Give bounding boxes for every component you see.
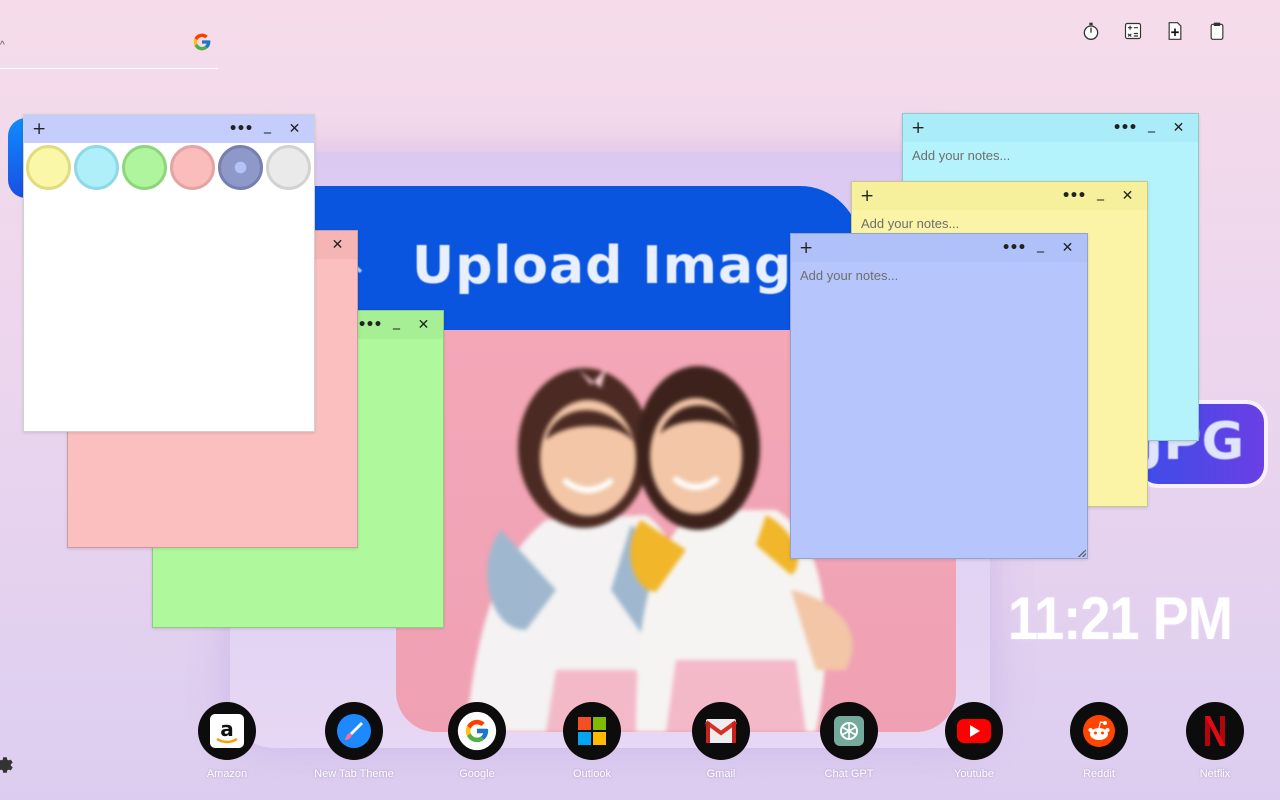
shortcut-label: Outlook bbox=[573, 768, 611, 780]
swatch-green[interactable] bbox=[122, 145, 167, 190]
note-textarea[interactable]: Add your notes... bbox=[791, 262, 1087, 289]
minimize-icon[interactable]: _ bbox=[383, 315, 410, 329]
more-options-icon[interactable]: ••• bbox=[1111, 121, 1138, 135]
more-options-icon[interactable]: ••• bbox=[227, 122, 254, 136]
search-input[interactable] bbox=[0, 68, 218, 69]
more-options-icon[interactable]: ••• bbox=[1060, 189, 1087, 203]
close-icon[interactable]: ✕ bbox=[1165, 121, 1192, 135]
more-options-icon[interactable]: ••• bbox=[1000, 241, 1027, 255]
minimize-icon[interactable]: _ bbox=[254, 119, 281, 133]
shortcut-label: Netflix bbox=[1199, 768, 1231, 780]
shortcut-gmail[interactable]: Gmail bbox=[666, 702, 776, 780]
shortcut-youtube[interactable]: Youtube bbox=[919, 702, 1029, 780]
svg-text:a: a bbox=[220, 717, 234, 741]
swatch-pink[interactable] bbox=[170, 145, 215, 190]
gmail-icon bbox=[692, 702, 750, 760]
swatch-yellow[interactable] bbox=[26, 145, 71, 190]
microsoft-icon bbox=[563, 702, 621, 760]
color-swatch-row bbox=[24, 143, 314, 192]
settings-button[interactable] bbox=[0, 754, 16, 776]
gear-icon bbox=[0, 757, 13, 773]
shortcut-google[interactable]: Google bbox=[422, 702, 532, 780]
search-caret-icon: ^ bbox=[0, 40, 5, 51]
note-titlebar[interactable]: + ••• _ ✕ bbox=[852, 182, 1147, 210]
wallpaper-upload-text: Upload Image bbox=[412, 236, 829, 296]
shortcut-label: Gmail bbox=[706, 768, 736, 780]
shortcut-label: Amazon bbox=[206, 768, 248, 780]
clipboard-button[interactable] bbox=[1206, 20, 1228, 42]
swatch-white[interactable] bbox=[266, 145, 311, 190]
shortcut-label: Reddit bbox=[1083, 768, 1115, 780]
shortcut-label: New Tab Theme bbox=[314, 768, 394, 780]
calculator-icon bbox=[1124, 22, 1142, 40]
calculator-button[interactable] bbox=[1122, 20, 1144, 42]
shortcut-label: Google bbox=[459, 768, 495, 780]
clock: 11:21 PM bbox=[1008, 585, 1233, 652]
sticky-note-blue[interactable]: + ••• _ ✕ Add your notes... bbox=[790, 233, 1088, 559]
close-icon[interactable]: ✕ bbox=[1114, 189, 1141, 203]
add-note-icon[interactable]: + bbox=[32, 120, 48, 138]
stopwatch-icon bbox=[1083, 22, 1099, 41]
google-icon bbox=[448, 702, 506, 760]
timer-button[interactable] bbox=[1080, 20, 1102, 42]
close-icon[interactable]: ✕ bbox=[281, 122, 308, 136]
minimize-icon[interactable]: _ bbox=[1087, 186, 1114, 200]
reddit-icon bbox=[1070, 702, 1128, 760]
shortcut-label: Chat GPT bbox=[824, 768, 874, 780]
shortcut-netflix[interactable]: Netflix bbox=[1160, 702, 1270, 780]
note-titlebar[interactable]: + ••• _ ✕ bbox=[24, 115, 314, 143]
youtube-icon bbox=[945, 702, 1003, 760]
resize-handle[interactable] bbox=[1078, 549, 1086, 557]
close-icon[interactable]: ✕ bbox=[1054, 241, 1081, 255]
swatch-blue-selected[interactable] bbox=[218, 145, 263, 190]
netflix-icon bbox=[1186, 702, 1244, 760]
note-textarea[interactable]: Add your notes... bbox=[903, 142, 1198, 169]
swatch-cyan[interactable] bbox=[74, 145, 119, 190]
note-plus-icon bbox=[1168, 22, 1182, 40]
note-titlebar[interactable]: + ••• _ ✕ bbox=[903, 114, 1198, 142]
clipboard-icon bbox=[1210, 22, 1224, 40]
close-icon[interactable]: ✕ bbox=[324, 238, 351, 252]
minimize-icon[interactable]: _ bbox=[1027, 238, 1054, 252]
shortcut-reddit[interactable]: Reddit bbox=[1044, 702, 1154, 780]
paintbrush-icon bbox=[325, 702, 383, 760]
shortcut-new-tab-theme[interactable]: New Tab Theme bbox=[299, 702, 409, 780]
more-options-icon[interactable]: ••• bbox=[356, 318, 383, 332]
top-toolbar bbox=[1080, 20, 1228, 42]
amazon-icon: a bbox=[198, 702, 256, 760]
chatgpt-icon bbox=[820, 702, 878, 760]
shortcut-label: Youtube bbox=[954, 768, 994, 780]
sticky-note-color-picker[interactable]: + ••• _ ✕ bbox=[23, 114, 315, 432]
shortcut-amazon[interactable]: a Amazon bbox=[172, 702, 282, 780]
shortcut-outlook[interactable]: Outlook bbox=[537, 702, 647, 780]
minimize-icon[interactable]: _ bbox=[1138, 118, 1165, 132]
shortcut-chatgpt[interactable]: Chat GPT bbox=[794, 702, 904, 780]
close-icon[interactable]: ✕ bbox=[410, 318, 437, 332]
add-note-icon[interactable]: + bbox=[799, 239, 815, 257]
add-note-icon[interactable]: + bbox=[911, 119, 927, 137]
note-titlebar[interactable]: + ••• _ ✕ bbox=[791, 234, 1087, 262]
google-g-icon[interactable] bbox=[192, 32, 212, 52]
new-note-button[interactable] bbox=[1164, 20, 1186, 42]
add-note-icon[interactable]: + bbox=[860, 187, 876, 205]
